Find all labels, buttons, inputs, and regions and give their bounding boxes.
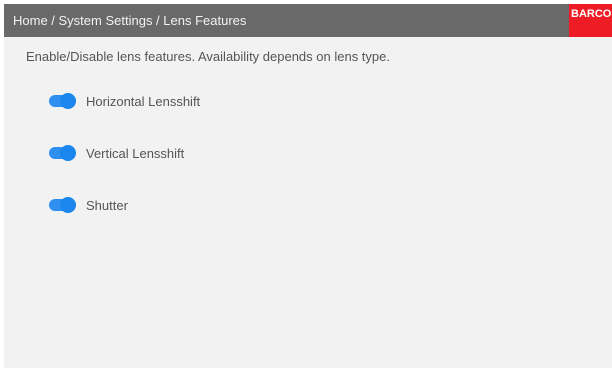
horizontal-lensshift-toggle[interactable] xyxy=(49,93,76,109)
toggle-knob xyxy=(60,197,76,213)
toggle-knob xyxy=(60,93,76,109)
shutter-toggle[interactable] xyxy=(49,197,76,213)
page-description: Enable/Disable lens features. Availabili… xyxy=(26,49,390,64)
vertical-lensshift-toggle[interactable] xyxy=(49,145,76,161)
brand-logo-text: BARCO xyxy=(571,8,612,20)
horizontal-lensshift-label: Horizontal Lensshift xyxy=(86,93,201,109)
toggle-row-vertical-lensshift[interactable]: Vertical Lensshift xyxy=(49,143,184,163)
breadcrumb[interactable]: Home / System Settings / Lens Features xyxy=(13,13,246,28)
toggle-knob xyxy=(60,145,76,161)
toggle-row-horizontal-lensshift[interactable]: Horizontal Lensshift xyxy=(49,91,200,111)
shutter-label: Shutter xyxy=(86,197,128,213)
vertical-lensshift-label: Vertical Lensshift xyxy=(86,145,185,161)
settings-panel: Home / System Settings / Lens Features B… xyxy=(4,4,612,368)
header-bar: Home / System Settings / Lens Features B… xyxy=(4,4,612,37)
toggle-row-shutter[interactable]: Shutter xyxy=(49,195,128,215)
brand-logo: BARCO xyxy=(569,4,612,37)
